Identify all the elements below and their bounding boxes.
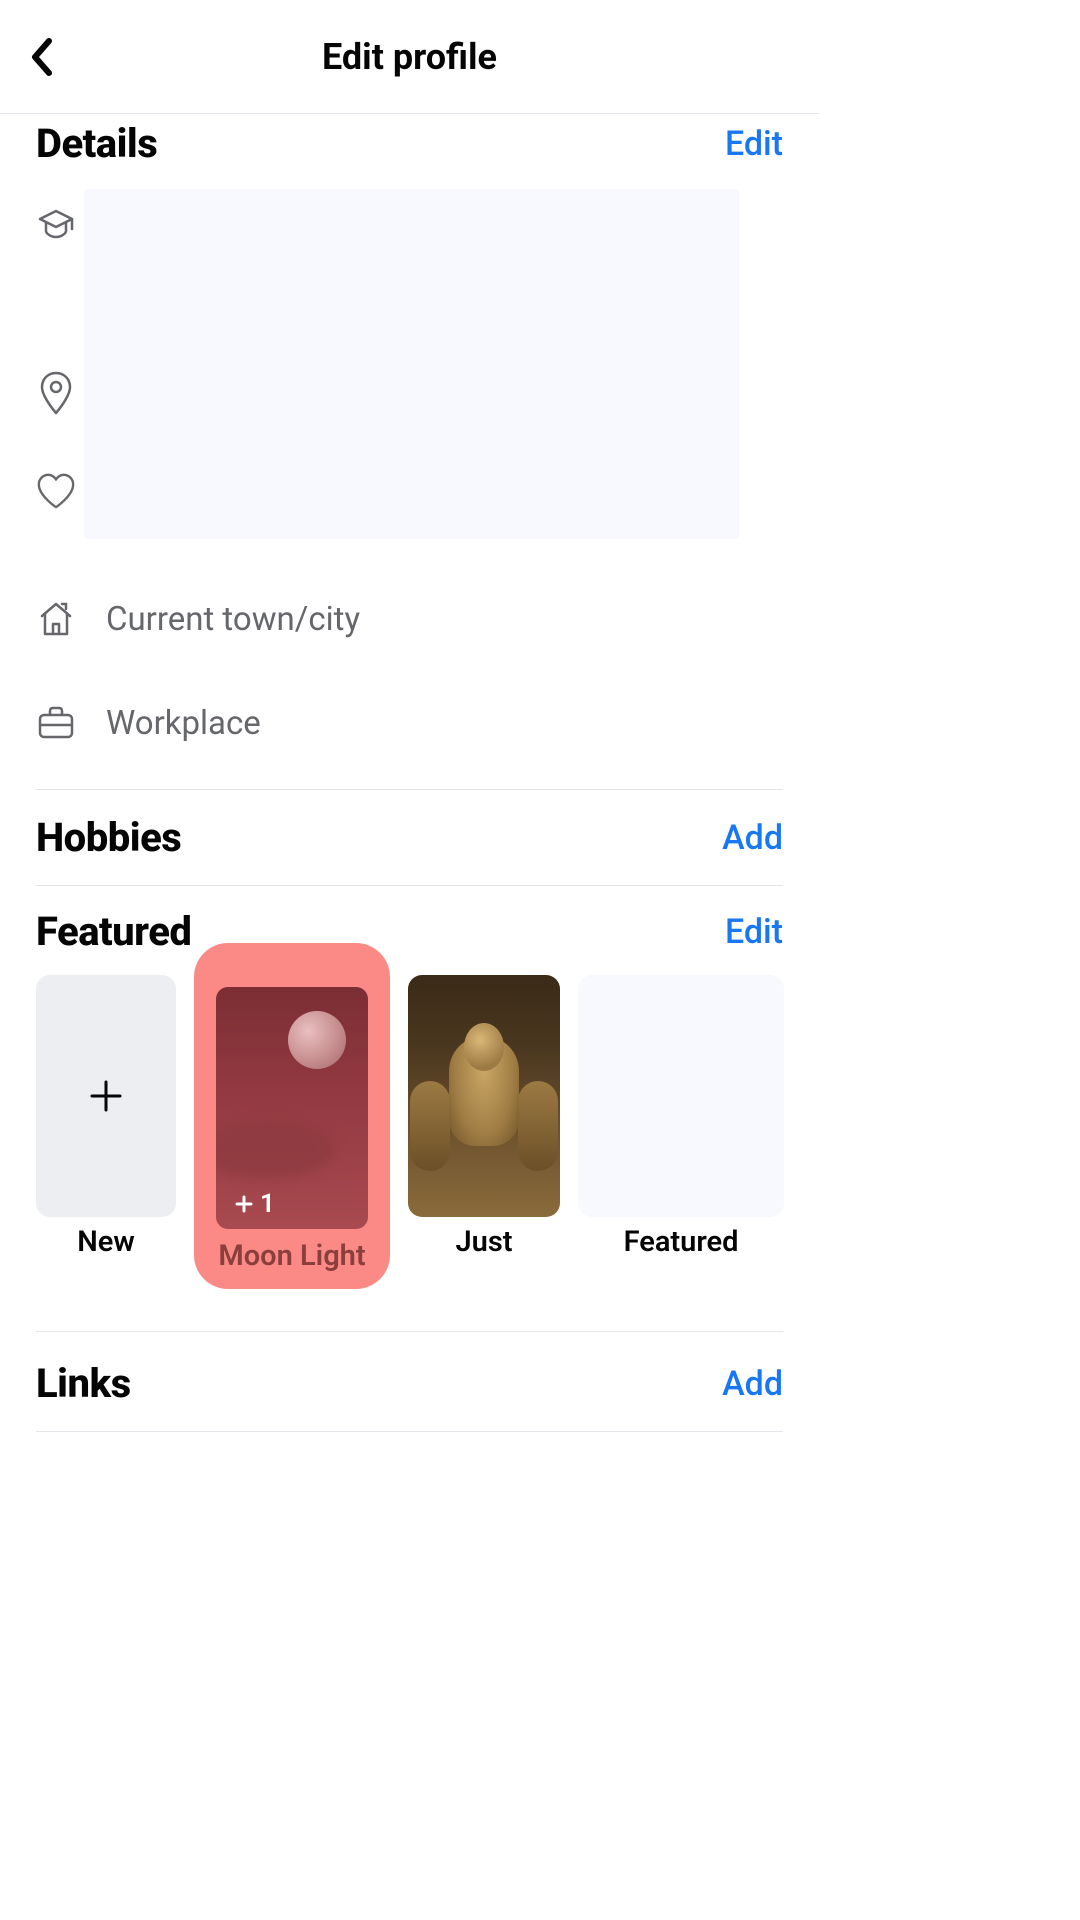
details-section: Details Edit <box>0 114 819 790</box>
featured-thumb-blank <box>578 975 784 1217</box>
back-button[interactable] <box>20 35 64 79</box>
featured-thumb-relief <box>408 975 560 1217</box>
details-current-city-label: Current town/city <box>106 600 360 639</box>
cloud-graphic <box>216 1119 336 1179</box>
hobbies-title: Hobbies <box>36 814 181 861</box>
details-current-city-row[interactable]: Current town/city <box>36 583 783 655</box>
featured-list: New 1 Moon Light <box>36 975 783 1289</box>
featured-card-label: Featured <box>624 1225 739 1259</box>
links-add-link[interactable]: Add <box>722 1364 783 1404</box>
featured-badge-value: 1 <box>260 1189 275 1219</box>
header-bar: Edit profile <box>0 0 819 114</box>
hobbies-section: Hobbies Add <box>0 790 819 886</box>
details-workplace-label: Workplace <box>106 704 261 743</box>
details-workplace-row[interactable]: Workplace <box>36 687 783 759</box>
plus-icon <box>89 1079 123 1113</box>
featured-section: Featured Edit New 1 <box>0 886 819 1332</box>
home-icon <box>36 600 76 638</box>
graduation-cap-icon <box>36 205 76 245</box>
moon-graphic <box>288 1011 346 1069</box>
briefcase-icon <box>36 705 76 741</box>
links-title: Links <box>36 1360 131 1407</box>
heart-icon <box>36 472 76 510</box>
chevron-left-icon <box>29 37 55 77</box>
details-education-row[interactable] <box>36 189 783 261</box>
location-pin-icon <box>38 371 74 415</box>
featured-thumb-moon: 1 <box>216 987 368 1229</box>
featured-edit-link[interactable]: Edit <box>725 912 783 952</box>
details-title: Details <box>36 120 157 167</box>
page-title: Edit profile <box>0 36 819 78</box>
featured-badge-count: 1 <box>234 1189 275 1219</box>
links-section: Links Add <box>0 1332 819 1432</box>
featured-card-label: Just <box>456 1225 513 1259</box>
featured-card-label: New <box>77 1225 135 1259</box>
featured-card-just[interactable]: Just <box>408 975 560 1259</box>
featured-title: Featured <box>36 908 191 955</box>
details-relationship-row[interactable] <box>36 455 783 527</box>
featured-card-featured[interactable]: Featured <box>578 975 784 1259</box>
details-edit-link[interactable]: Edit <box>725 124 783 164</box>
details-location-row[interactable] <box>36 357 783 429</box>
featured-card-new[interactable]: New <box>36 975 176 1259</box>
featured-card-moon-light[interactable]: 1 Moon Light <box>194 943 390 1289</box>
plus-icon <box>234 1194 254 1214</box>
hobbies-add-link[interactable]: Add <box>722 818 783 858</box>
divider <box>36 1431 783 1432</box>
featured-card-label: Moon Light <box>218 1239 365 1273</box>
